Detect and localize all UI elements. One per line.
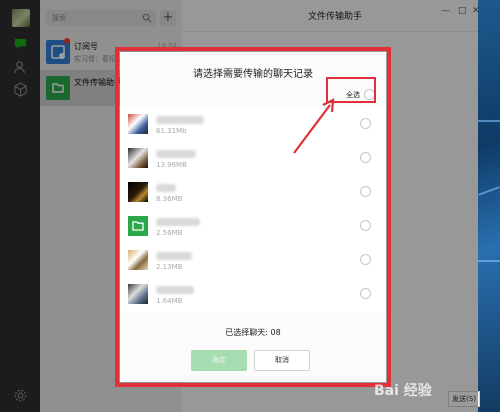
desktop-background: [478, 0, 500, 412]
arrow-icon: [293, 98, 335, 154]
watermark: Bai 经验: [374, 383, 432, 399]
wechat-window: 搜索 + 订阅号 实习僧：春招... 14:04 文件传输助手 文件传输助手 —…: [0, 0, 480, 412]
